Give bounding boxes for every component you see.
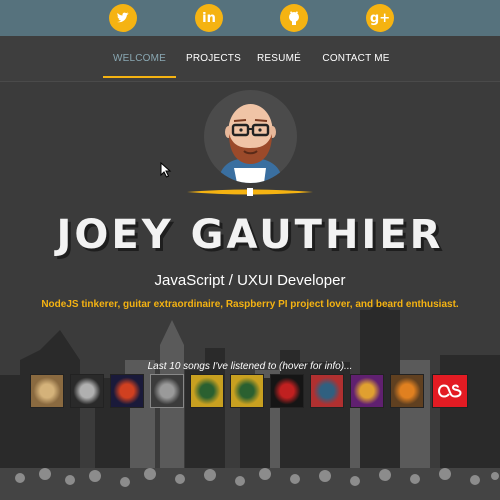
google-plus-glyph: g+ <box>369 10 391 26</box>
recent-songs-label: Last 10 songs I've listened to (hover fo… <box>147 361 353 372</box>
page-title: JOEY GAUTHIER <box>56 212 444 258</box>
github-icon[interactable] <box>280 4 308 32</box>
linkedin-icon[interactable]: in <box>195 4 223 32</box>
album-cover-7[interactable] <box>270 374 304 408</box>
social-bar: in g+ <box>0 0 500 36</box>
avatar <box>204 90 297 183</box>
tagline: NodeJS tinkerer, guitar extraordinaire, … <box>41 299 459 310</box>
linkedin-glyph: in <box>202 10 216 26</box>
album-cover-5[interactable] <box>190 374 224 408</box>
album-cover-10[interactable] <box>390 374 424 408</box>
google-plus-icon[interactable]: g+ <box>366 4 394 32</box>
twitter-icon[interactable] <box>109 4 137 32</box>
album-cover-8[interactable] <box>310 374 344 408</box>
job-title: JavaScript / UXUI Developer <box>154 272 346 289</box>
album-cover-3[interactable] <box>110 374 144 408</box>
nav-projects[interactable]: PROJECTS <box>186 36 241 78</box>
album-cover-1[interactable] <box>30 374 64 408</box>
album-cover-4[interactable] <box>150 374 184 408</box>
nav-contact-me[interactable]: CONTACT ME <box>322 36 390 78</box>
ornament-divider <box>187 188 313 196</box>
main-nav: WELCOME PROJECTS RESUMÉ CONTACT ME <box>0 36 500 82</box>
album-cover-2[interactable] <box>70 374 104 408</box>
lastfm-icon[interactable] <box>432 374 468 408</box>
nav-resume[interactable]: RESUMÉ <box>254 36 304 78</box>
nav-welcome[interactable]: WELCOME <box>103 36 176 78</box>
album-cover-9[interactable] <box>350 374 384 408</box>
mouse-cursor-icon <box>160 162 172 178</box>
album-cover-6[interactable] <box>230 374 264 408</box>
